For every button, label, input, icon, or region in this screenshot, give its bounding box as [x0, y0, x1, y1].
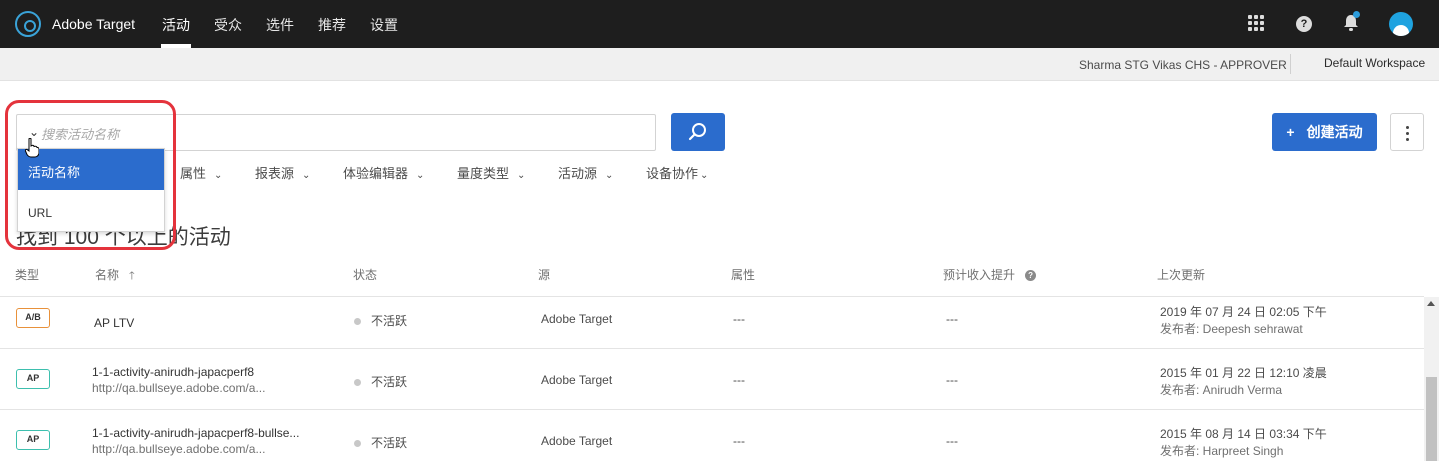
column-header-status[interactable]: 状态	[353, 266, 377, 283]
property-text: ---	[733, 434, 745, 448]
chevron-down-icon: ⌄	[700, 170, 709, 181]
create-activity-button[interactable]: + 创建活动	[1272, 113, 1377, 151]
app-name[interactable]: Adobe Target	[52, 16, 135, 32]
property-text: ---	[733, 373, 745, 387]
filter-activity-source[interactable]: 活动源 ⌄	[558, 163, 613, 182]
divider	[0, 296, 1424, 297]
source-text: Adobe Target	[541, 312, 613, 326]
app-switcher-grid-icon[interactable]	[1248, 15, 1264, 31]
divider	[0, 409, 1424, 410]
workspace-bar: Sharma STG Vikas CHS - APPROVER Default …	[0, 48, 1439, 81]
avatar[interactable]	[1389, 12, 1413, 36]
nav-item-audiences[interactable]: 受众	[214, 15, 242, 35]
activity-url: http://qa.bullseye.adobe.com/a...	[92, 381, 266, 395]
activity-name-link[interactable]: 1-1-activity-anirudh-japacperf8	[92, 365, 254, 379]
scrollbar[interactable]	[1424, 297, 1439, 461]
activity-name-link[interactable]: 1-1-activity-anirudh-japacperf8-bullse..…	[92, 426, 299, 440]
column-header-type[interactable]: 类型	[15, 266, 39, 283]
more-options-button[interactable]	[1390, 113, 1424, 151]
updated-time: 2015 年 08 月 14 日 03:34 下午	[1160, 427, 1327, 441]
highlight-annotation	[5, 100, 176, 250]
activity-type-badge: AP	[16, 430, 50, 450]
updated-time: 2019 年 07 月 24 日 02:05 下午	[1160, 305, 1327, 319]
chevron-down-icon: ⌄	[302, 170, 311, 181]
plus-icon: +	[1286, 124, 1295, 140]
help-icon[interactable]: ?	[1296, 16, 1312, 32]
property-text: ---	[733, 312, 745, 326]
hand-cursor-icon	[25, 138, 39, 158]
activity-url: http://qa.bullseye.adobe.com/a...	[92, 442, 266, 456]
user-role: Sharma STG Vikas CHS - APPROVER	[1079, 58, 1287, 72]
activity-name-link[interactable]: AP LTV	[94, 316, 134, 330]
updated-time: 2015 年 01 月 22 日 12:10 凌晨	[1160, 366, 1327, 380]
nav-item-activities[interactable]: 活动	[162, 15, 190, 35]
revenue-lift-text: ---	[946, 312, 958, 326]
top-bar: Adobe Target 活动 受众 选件 推荐 设置 ?	[0, 0, 1439, 48]
sort-arrow-up-icon[interactable]: 🡑	[129, 270, 135, 282]
chevron-down-icon: ⌄	[605, 170, 614, 181]
status-dot	[354, 440, 361, 448]
source-text: Adobe Target	[541, 373, 613, 387]
activity-type-badge: AP	[16, 369, 50, 389]
activity-type-badge: A/B	[16, 308, 50, 328]
status-text: 不活跃	[354, 434, 407, 451]
search-button[interactable]	[671, 113, 725, 151]
adobe-target-logo-icon[interactable]	[15, 11, 41, 37]
status-dot	[354, 379, 361, 387]
workspace-selector[interactable]: Default Workspace	[1324, 56, 1425, 70]
column-header-revenue-lift[interactable]: 预计收入提升?	[943, 266, 1037, 283]
column-header-source[interactable]: 源	[538, 266, 550, 283]
chevron-down-icon: ⌄	[517, 170, 526, 181]
column-header-last-updated[interactable]: 上次更新	[1157, 266, 1205, 283]
main-nav: 活动 受众 选件 推荐 设置	[162, 15, 422, 35]
status-text: 不活跃	[354, 312, 407, 329]
column-header-name[interactable]: 名称 🡑	[95, 266, 135, 286]
filter-report-source[interactable]: 报表源 ⌄	[255, 163, 310, 182]
publisher: 发布者: Anirudh Verma	[1160, 383, 1283, 397]
search-icon	[688, 123, 706, 141]
nav-item-recommendations[interactable]: 推荐	[318, 15, 346, 35]
filter-experience-composer[interactable]: 体验编辑器 ⌄	[343, 163, 424, 182]
divider	[0, 348, 1424, 349]
nav-item-offers[interactable]: 选件	[266, 15, 294, 35]
chevron-down-icon: ⌄	[214, 170, 223, 181]
scrollbar-thumb[interactable]	[1426, 377, 1437, 461]
column-header-property[interactable]: 属性	[731, 266, 755, 283]
publisher: 发布者: Deepesh sehrawat	[1160, 322, 1303, 336]
chevron-down-icon: ⌄	[416, 170, 425, 181]
create-activity-label: 创建活动	[1306, 124, 1363, 140]
status-dot	[354, 318, 361, 326]
filter-device-cooperation[interactable]: 设备协作 ⌄	[646, 163, 708, 182]
filter-metric-type[interactable]: 量度类型 ⌄	[457, 163, 525, 182]
publisher: 发布者: Harpreet Singh	[1160, 444, 1284, 458]
notification-dot	[1353, 11, 1360, 18]
source-text: Adobe Target	[541, 434, 613, 448]
info-icon[interactable]: ?	[1025, 270, 1037, 282]
nav-item-settings[interactable]: 设置	[370, 15, 398, 35]
scroll-up-arrow-icon[interactable]	[1427, 301, 1435, 306]
divider	[1290, 54, 1291, 74]
filter-property[interactable]: 属性 ⌄	[180, 163, 222, 182]
revenue-lift-text: ---	[946, 373, 958, 387]
revenue-lift-text: ---	[946, 434, 958, 448]
status-text: 不活跃	[354, 373, 407, 390]
